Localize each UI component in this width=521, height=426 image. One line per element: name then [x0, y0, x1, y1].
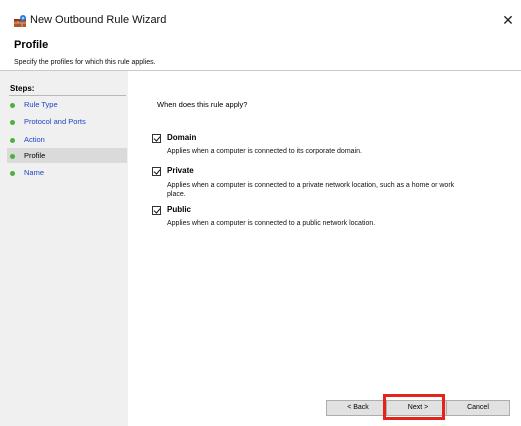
step-rule-type[interactable]: Rule Type [7, 97, 127, 112]
public-description: Applies when a computer is connected to … [167, 220, 376, 227]
step-label: Profile [24, 151, 46, 160]
next-button-highlight [383, 394, 445, 420]
page-title: Profile [14, 39, 49, 51]
step-label: Protocol and Ports [24, 117, 86, 126]
steps-divider [9, 95, 126, 96]
domain-checkbox[interactable] [152, 134, 161, 143]
wizard-content [128, 71, 521, 426]
title-bar: New Outbound Rule Wizard ✕ [0, 0, 521, 34]
private-checkbox[interactable] [152, 167, 161, 176]
step-label: Action [24, 135, 45, 144]
step-status-icon [10, 171, 15, 176]
step-action[interactable]: Action [7, 132, 127, 147]
close-button[interactable]: ✕ [498, 10, 518, 30]
domain-description: Applies when a computer is connected to … [167, 148, 362, 155]
window-title: New Outbound Rule Wizard [30, 14, 167, 26]
step-status-icon [10, 138, 15, 143]
private-label[interactable]: Private [167, 166, 194, 175]
step-protocol-and-ports[interactable]: Protocol and Ports [7, 114, 127, 129]
firewall-icon [14, 15, 26, 27]
cancel-button[interactable]: Cancel [446, 400, 510, 416]
private-description: Applies when a computer is connected to … [167, 182, 455, 198]
steps-title: Steps: [10, 84, 35, 93]
step-status-icon [10, 103, 15, 108]
step-name[interactable]: Name [7, 165, 127, 180]
step-status-icon [10, 120, 15, 125]
public-label[interactable]: Public [167, 205, 191, 214]
step-label: Name [24, 168, 45, 177]
back-button[interactable]: < Back [326, 400, 390, 416]
domain-label[interactable]: Domain [167, 133, 196, 142]
step-label: Rule Type [24, 100, 58, 109]
public-checkbox[interactable] [152, 206, 161, 215]
step-status-icon [10, 154, 15, 159]
page-subtitle: Specify the profiles for which this rule… [14, 59, 156, 66]
question-text: When does this rule apply? [157, 100, 248, 109]
step-profile[interactable]: Profile [7, 148, 127, 163]
